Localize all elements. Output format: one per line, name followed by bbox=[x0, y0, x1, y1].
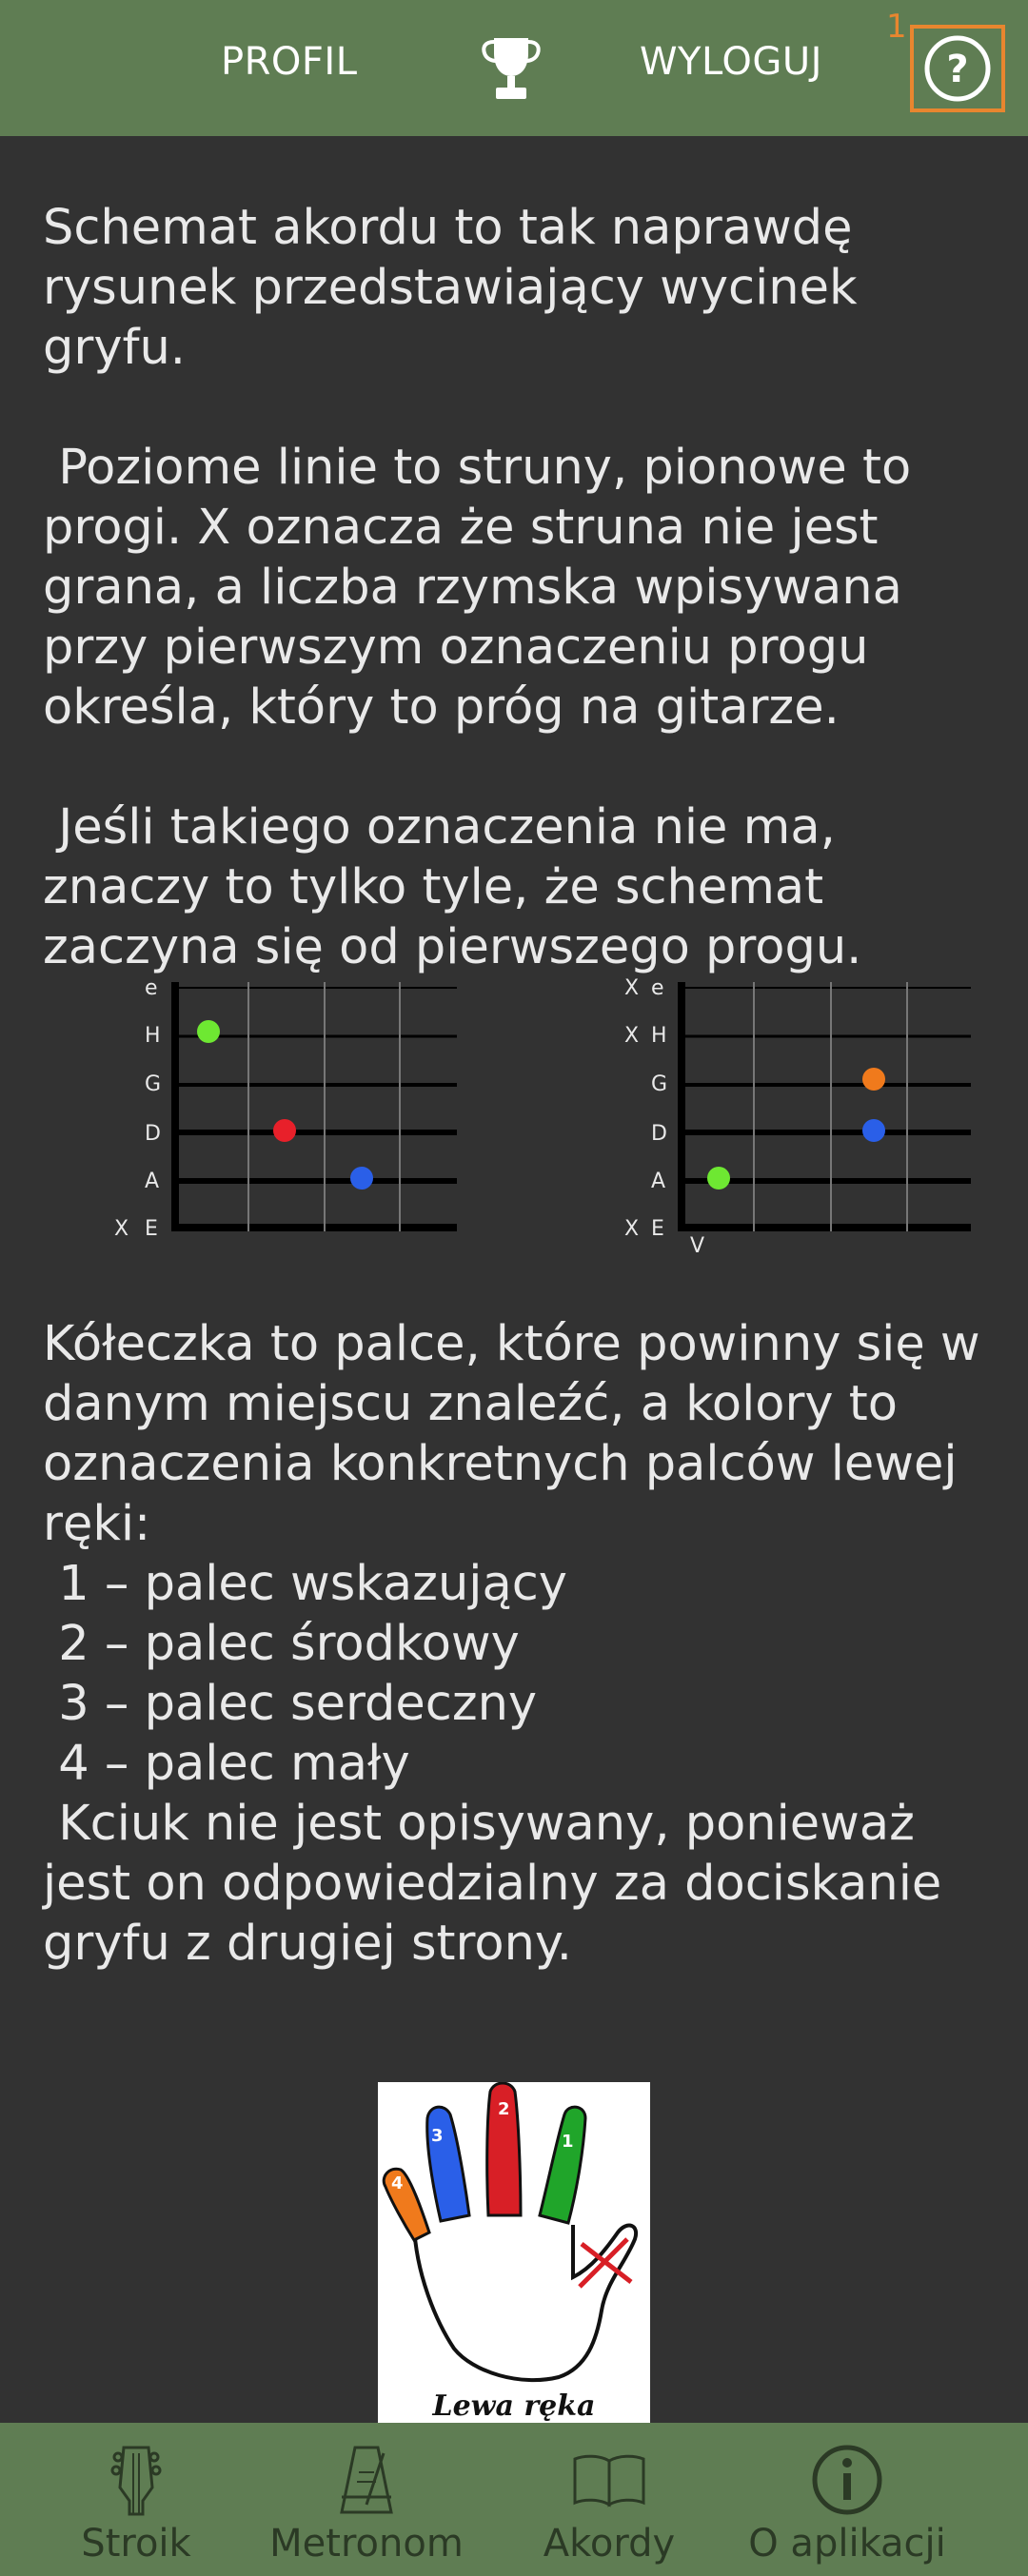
nav-item-metronom[interactable]: Metronom bbox=[267, 2423, 466, 2576]
muted-marker: X bbox=[624, 1024, 639, 1048]
logout-link[interactable]: WYLOGUJ bbox=[640, 40, 822, 84]
paragraph-finger-circles: Kółeczka to palce, które powinny się w d… bbox=[43, 1316, 996, 1552]
paragraph-chord-diagram: Schemat akordu to tak naprawdę rysunek p… bbox=[43, 200, 873, 376]
help-icon: ? bbox=[924, 35, 991, 102]
string-label: e bbox=[145, 976, 158, 1000]
string-label: e bbox=[651, 976, 664, 1000]
tuner-headstock-icon bbox=[110, 2444, 162, 2516]
help-content: Schemat akordu to tak naprawdę rysunek p… bbox=[43, 198, 985, 977]
finger-dot-3 bbox=[350, 1167, 373, 1190]
finger-list-item: 3 – palec serdeczny bbox=[43, 1676, 538, 1732]
muted-marker: X bbox=[624, 1217, 639, 1241]
nav-label: Stroik bbox=[81, 2522, 191, 2566]
nav-label: Metronom bbox=[269, 2522, 464, 2566]
hand-caption: Lewa ręka bbox=[431, 2389, 595, 2423]
top-bar: PROFIL WYLOGUJ 1 ? bbox=[0, 0, 1028, 136]
finger-list-item: 4 – palec mały bbox=[43, 1736, 410, 1792]
help-symbol: ? bbox=[946, 48, 968, 91]
fingers-content: Kółeczka to palce, które powinny się w d… bbox=[43, 1314, 985, 1974]
trophy-icon[interactable] bbox=[481, 34, 542, 103]
muted-marker: X bbox=[624, 976, 639, 1000]
nav-item-o-aplikacji[interactable]: O aplikacji bbox=[742, 2423, 952, 2576]
finger-list-item: 1 – palec wskazujący bbox=[43, 1556, 567, 1612]
finger-number: 1 bbox=[562, 2132, 574, 2152]
nav-item-akordy[interactable]: Akordy bbox=[538, 2423, 681, 2576]
string-label: H bbox=[145, 1024, 161, 1048]
metronome-icon bbox=[338, 2444, 395, 2516]
finger-number: 2 bbox=[498, 2099, 510, 2119]
fret-number-label: V bbox=[690, 1234, 704, 1258]
chord-diagram-left: e H G D A E X bbox=[107, 973, 468, 1243]
finger-number: 3 bbox=[431, 2126, 444, 2146]
paragraph-thumb: Kciuk nie jest opisywany, ponieważ jest … bbox=[43, 1796, 958, 1972]
finger-dot-3 bbox=[862, 1119, 885, 1142]
book-icon bbox=[571, 2444, 647, 2516]
profile-link[interactable]: PROFIL bbox=[221, 40, 358, 84]
info-icon bbox=[811, 2444, 883, 2516]
string-label: E bbox=[651, 1217, 664, 1241]
finger-dot-1 bbox=[197, 1020, 220, 1043]
nav-item-stroik[interactable]: Stroik bbox=[74, 2423, 198, 2576]
finger-list-item: 2 – palec środkowy bbox=[43, 1616, 520, 1672]
finger-number: 4 bbox=[391, 2173, 404, 2193]
left-hand-image: 4 3 2 1 Lewa ręka bbox=[378, 2082, 650, 2425]
nav-label: O aplikacji bbox=[748, 2522, 946, 2566]
string-label: E bbox=[145, 1217, 158, 1239]
string-label: A bbox=[651, 1170, 665, 1193]
paragraph-no-fret-mark: Jeśli takiego oznaczenia nie ma, znaczy … bbox=[43, 799, 862, 975]
finger-dot-1 bbox=[707, 1167, 730, 1190]
finger-dot-2 bbox=[273, 1119, 296, 1142]
bottom-navigation: Stroik Metronom Akordy O aplikacji bbox=[0, 2423, 1028, 2576]
help-badge: 1 bbox=[886, 8, 907, 46]
finger-dot-4 bbox=[862, 1068, 885, 1091]
chord-diagram-right: e H G D A E X X X V bbox=[617, 973, 979, 1262]
help-button[interactable]: ? bbox=[910, 25, 1005, 112]
string-label: D bbox=[145, 1122, 161, 1146]
string-label: D bbox=[651, 1122, 667, 1146]
string-label: H bbox=[651, 1024, 667, 1048]
nav-label: Akordy bbox=[543, 2522, 676, 2566]
string-label: G bbox=[145, 1072, 161, 1096]
paragraph-lines: Poziome linie to struny, pionowe to prog… bbox=[43, 440, 927, 736]
string-label: A bbox=[145, 1170, 159, 1193]
string-label: G bbox=[651, 1072, 667, 1096]
muted-marker: X bbox=[114, 1217, 128, 1239]
